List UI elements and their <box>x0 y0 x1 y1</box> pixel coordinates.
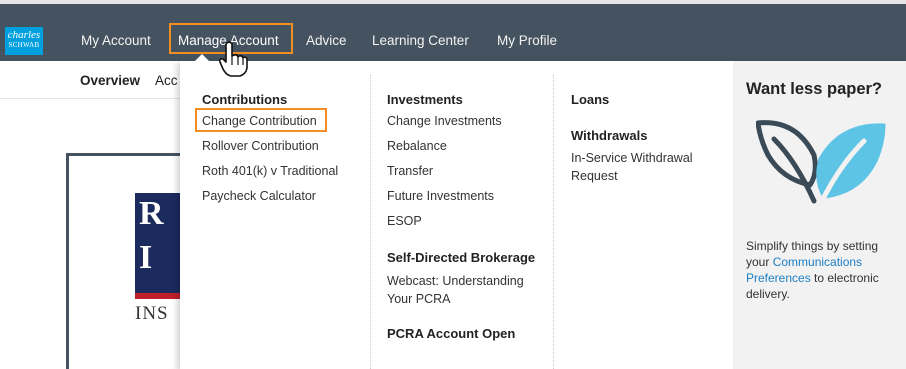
plan-sponsor-logo-letter: R <box>139 195 164 232</box>
dropdown-caret <box>194 54 210 62</box>
hand-cursor-icon <box>219 41 248 77</box>
menu-link-esop[interactable]: ESOP <box>387 212 422 230</box>
charles-schwab-logo[interactable]: charles SCHWAB <box>5 27 43 55</box>
plan-sponsor-logo-stripe <box>135 293 185 299</box>
menu-heading-self-directed-brokerage: Self-Directed Brokerage <box>387 250 536 265</box>
menu-link-in-service-withdrawal[interactable]: In-Service Withdrawal Request <box>571 149 693 185</box>
menu-column-divider <box>553 75 554 369</box>
logo-text-charles: charles <box>7 29 41 41</box>
menu-heading-contributions: Contributions <box>202 92 288 107</box>
menu-heading-loans[interactable]: Loans <box>571 92 609 107</box>
plan-sponsor-logo-block: R I <box>135 193 185 293</box>
subnav-overview[interactable]: Overview <box>80 73 140 88</box>
menu-heading-investments: Investments <box>387 92 463 107</box>
menu-link-rebalance[interactable]: Rebalance <box>387 137 447 155</box>
menu-link-transfer[interactable]: Transfer <box>387 162 433 180</box>
menu-link-pcra-account-open[interactable]: PCRA Account Open <box>387 326 515 341</box>
nav-my-account[interactable]: My Account <box>81 33 151 48</box>
nav-learning-center[interactable]: Learning Center <box>372 33 469 48</box>
subnav-account[interactable]: Acc <box>155 73 178 88</box>
menu-link-rollover-contribution[interactable]: Rollover Contribution <box>202 137 319 155</box>
menu-link-webcast-pcra[interactable]: Webcast: Understanding Your PCRA <box>387 272 524 308</box>
menu-link-webcast-pcra-line1: Webcast: Understanding <box>387 274 524 288</box>
menu-link-webcast-pcra-line2: Your PCRA <box>387 292 451 306</box>
menu-link-in-service-withdrawal-line1: In-Service Withdrawal <box>571 151 693 165</box>
promo-title: Want less paper? <box>746 80 883 98</box>
promo-panel <box>733 61 906 369</box>
menu-link-future-investments[interactable]: Future Investments <box>387 187 494 205</box>
change-contribution-highlight-box <box>195 108 327 132</box>
leaf-icon <box>756 120 886 204</box>
promo-description: Simplify things by setting your Communic… <box>746 238 896 302</box>
menu-link-change-investments[interactable]: Change Investments <box>387 112 502 130</box>
menu-link-roth-vs-traditional[interactable]: Roth 401(k) v Traditional <box>202 162 338 180</box>
menu-column-divider <box>370 75 371 369</box>
plan-sponsor-logo-text: INS <box>135 303 169 324</box>
menu-link-paycheck-calculator[interactable]: Paycheck Calculator <box>202 187 316 205</box>
menu-heading-withdrawals: Withdrawals <box>571 128 648 143</box>
logo-text-schwab: SCHWAB <box>8 41 40 49</box>
plan-sponsor-logo-letter: I <box>139 239 153 276</box>
nav-advice[interactable]: Advice <box>306 33 347 48</box>
nav-my-profile[interactable]: My Profile <box>497 33 557 48</box>
menu-link-in-service-withdrawal-line2: Request <box>571 169 618 183</box>
